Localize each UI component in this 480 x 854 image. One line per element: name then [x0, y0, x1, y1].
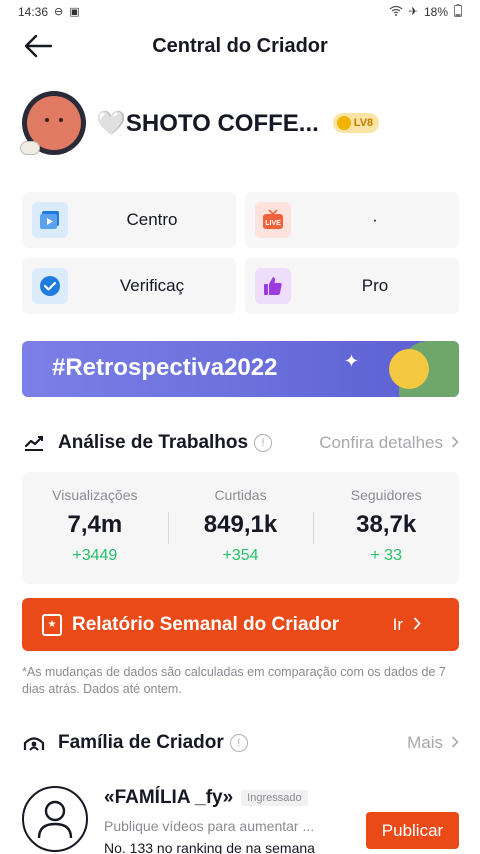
live-icon: LIVE — [255, 202, 291, 238]
tool-label: Pro — [361, 276, 389, 295]
user-icon — [37, 800, 73, 839]
notification-icon: ▣ — [69, 5, 80, 18]
stat-label: Curtidas — [214, 487, 267, 503]
status-left: 14:36 ⊖ ▣ — [18, 5, 80, 19]
joined-tag: Ingressado — [241, 790, 308, 806]
analysis-header: Análise de Trabalhos ! Confira detalhes — [22, 428, 459, 458]
chevron-right-icon — [413, 615, 421, 635]
tool-promote[interactable]: Pro — [245, 258, 459, 314]
report-go: Ir — [393, 615, 421, 635]
level-icon — [336, 116, 351, 130]
retrospective-banner[interactable]: ✦ #Retrospectiva2022 — [22, 341, 459, 397]
stats-card[interactable]: Visualizações 7,4m +3449 Curtidas 849,1k… — [22, 472, 459, 584]
stat-value: 7,4m — [67, 511, 123, 538]
report-action: Ir — [392, 614, 403, 634]
tool-label: Verificaç — [119, 276, 185, 295]
check-badge-icon — [32, 268, 68, 304]
video-play-icon — [32, 202, 68, 238]
chevron-right-icon — [451, 733, 459, 753]
top-bar: Central do Criador — [0, 24, 480, 68]
stat-followers: Seguidores 38,7k + 33 — [313, 472, 459, 584]
family-card[interactable]: «FAMÍLIA _fy» Ingressado Publique vídeos… — [22, 786, 459, 854]
tool-label: · — [372, 210, 378, 229]
analysis-details-link[interactable]: Confira detalhes — [319, 433, 459, 453]
analysis-link-label: Confira detalhes — [319, 433, 443, 452]
info-icon[interactable]: ! — [229, 734, 248, 752]
svg-text:LIVE: LIVE — [265, 220, 281, 227]
tools-grid: Centro LIVE · Verificaç Pro — [22, 192, 459, 314]
level-label: LV8 — [353, 117, 374, 129]
wifi-icon — [389, 5, 403, 19]
publish-button[interactable]: Publicar — [366, 812, 459, 849]
family-more-link[interactable]: Mais — [407, 733, 459, 753]
stat-label: Visualizações — [52, 487, 138, 503]
airplane-icon: ✈ — [408, 5, 418, 18]
family-name: «FAMÍLIA _fy» — [104, 787, 234, 808]
avatar-badge-icon — [20, 141, 40, 155]
report-label: Relatório Semanal do Criador — [72, 613, 340, 635]
status-bar: 14:36 ⊖ ▣ ✈ 18% — [0, 0, 480, 24]
chevron-right-icon — [451, 433, 459, 453]
do-not-disturb-icon: ⊖ — [54, 5, 64, 18]
family-link-label: Mais — [407, 733, 443, 752]
sparkle-icon: ✦ — [343, 351, 359, 371]
data-note: *As mudanças de dados são calculadas em … — [22, 665, 446, 696]
tool-label: Centro — [126, 210, 178, 229]
stat-value: 849,1k — [203, 511, 278, 538]
profile-header: 🤍SHOTO COFFE... LV8 — [20, 88, 462, 158]
tool-centro[interactable]: Centro — [22, 192, 236, 248]
trend-chart-icon — [22, 432, 46, 454]
stat-value: 38,7k — [356, 511, 417, 538]
status-right: ✈ 18% — [389, 4, 462, 20]
family-header: Família de Criador ! Mais — [22, 728, 459, 758]
banner-text: #Retrospectiva2022 — [52, 354, 278, 381]
battery-level: 18% — [423, 5, 448, 19]
weekly-report-button[interactable]: ★ Relatório Semanal do Criador Ir — [22, 598, 459, 651]
username: 🤍SHOTO COFFE... — [96, 109, 319, 137]
avatar[interactable] — [20, 91, 86, 155]
family-name-row: «FAMÍLIA _fy» Ingressado — [104, 786, 459, 810]
stat-delta: +3449 — [72, 547, 118, 564]
status-time: 14:36 — [18, 5, 49, 19]
tool-verification[interactable]: Verificaç — [22, 258, 236, 314]
report-star-icon: ★ — [42, 613, 62, 636]
stat-likes: Curtidas 849,1k +354 — [167, 472, 314, 584]
analysis-title: Análise de Trabalhos — [58, 432, 249, 453]
info-icon[interactable]: ! — [254, 434, 273, 452]
stat-views: Visualizações 7,4m +3449 — [22, 472, 168, 584]
banner-mascot-icon — [389, 349, 429, 389]
family-title: Família de Criador — [58, 732, 224, 753]
arrow-left-icon — [24, 34, 53, 58]
page-title: Central do Criador — [152, 34, 328, 57]
stat-delta: + 33 — [370, 547, 402, 564]
family-avatar — [22, 786, 88, 852]
home-group-icon — [22, 732, 46, 754]
level-badge[interactable]: LV8 — [332, 113, 380, 133]
stat-label: Seguidores — [350, 487, 422, 503]
tool-live[interactable]: LIVE · — [245, 192, 459, 248]
stat-delta: +354 — [222, 547, 259, 564]
thumbs-up-icon — [255, 268, 291, 304]
back-button[interactable] — [20, 30, 56, 62]
battery-icon — [454, 4, 462, 20]
